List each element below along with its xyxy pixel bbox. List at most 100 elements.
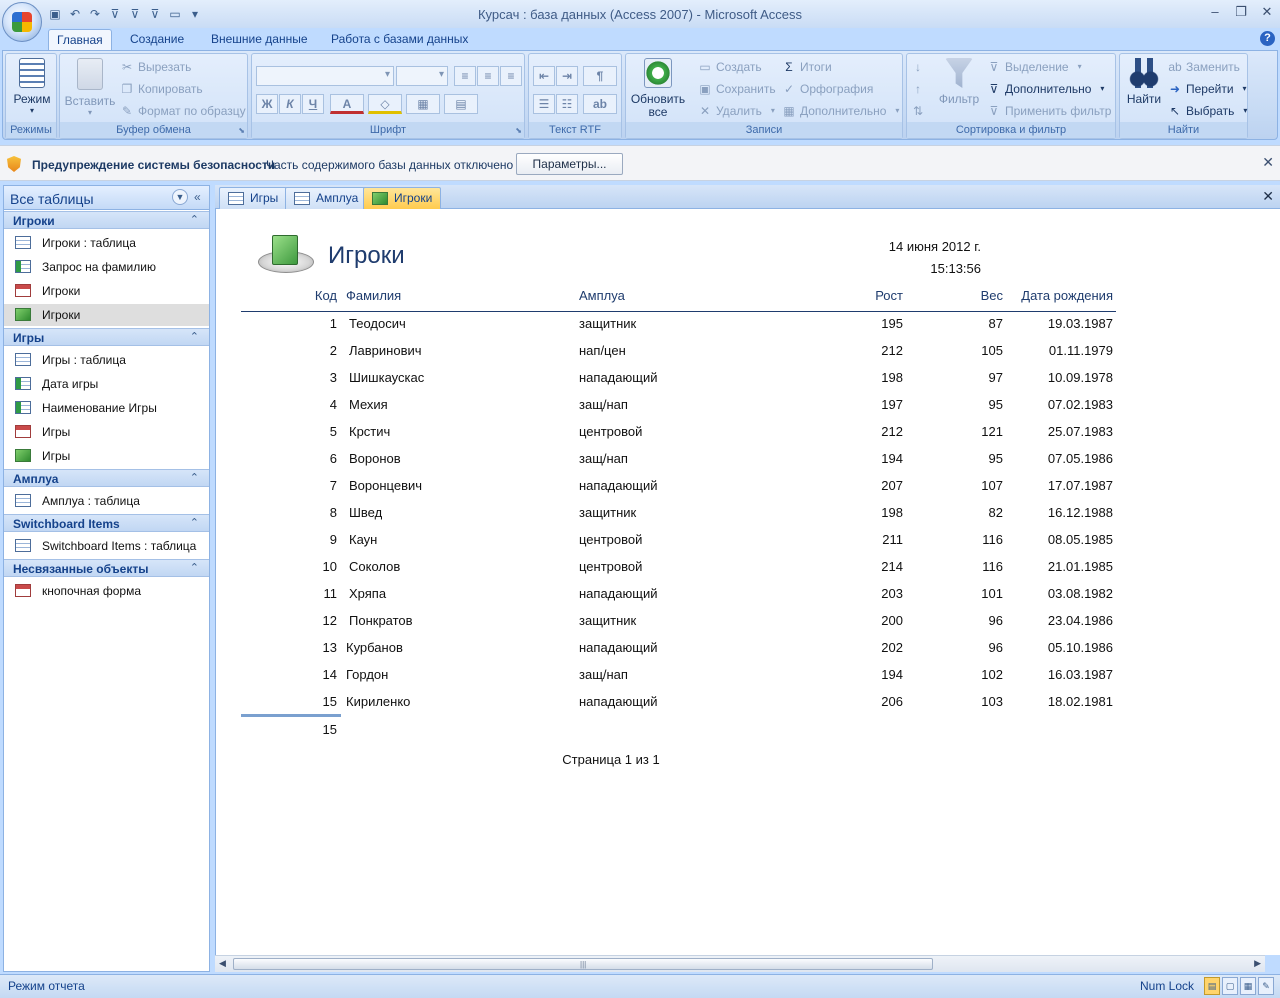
scroll-right-icon[interactable]: ▶ (1254, 958, 1261, 969)
chevron-up-icon[interactable]: ⌃ (190, 213, 199, 226)
filter-button[interactable]: Фильтр (933, 58, 985, 106)
numbering-icon[interactable]: ☰ (533, 94, 555, 114)
chevron-up-icon[interactable]: ⌃ (190, 516, 199, 529)
goto-button[interactable]: ➜ Перейти ▾ (1168, 80, 1252, 98)
nav-item[interactable]: Дата игры (4, 373, 209, 395)
totals-button[interactable]: Σ Итоги (782, 58, 831, 76)
nav-pane-header[interactable]: Все таблицы ▼ « (4, 186, 209, 210)
scrollbar-thumb[interactable]: ||| (233, 958, 933, 970)
clear-sort-icon[interactable]: ⇅ (911, 102, 925, 120)
nav-item[interactable]: Наименование Игры (4, 397, 209, 419)
paragraph-icon[interactable]: ¶ (583, 66, 617, 86)
dialog-launcher-icon[interactable]: ⬊ (238, 126, 245, 135)
help-icon[interactable]: ? (1260, 31, 1275, 46)
font-name-combo[interactable] (256, 66, 394, 86)
highlight-icon[interactable]: ab (583, 94, 617, 114)
nav-item[interactable]: Игры : таблица (4, 349, 209, 371)
save-record-button[interactable]: ▣ Сохранить (698, 80, 775, 98)
fill-color-icon[interactable]: ◇ (368, 94, 402, 114)
italic-icon[interactable]: К (279, 94, 301, 114)
cell-birthdate: 07.05.1986 (1047, 451, 1113, 466)
scroll-left-icon[interactable]: ◀ (219, 958, 226, 969)
view-button[interactable]: Режим ▾ (10, 58, 54, 115)
chevron-up-icon[interactable]: ⌃ (190, 330, 199, 343)
selection-button[interactable]: ⊽ Выделение ▾ (987, 58, 1087, 76)
options-button[interactable]: Параметры... (516, 153, 623, 175)
tab-database-tools[interactable]: Работа с базами данных (323, 29, 476, 50)
nav-item[interactable]: Амплуа : таблица (4, 490, 209, 512)
nav-item[interactable]: Switchboard Items : таблица (4, 535, 209, 557)
nav-group-header[interactable]: Несвязанные объекты ⌃ (4, 559, 209, 577)
underline-icon[interactable]: Ч (302, 94, 324, 114)
gridlines-icon[interactable]: ▦ (406, 94, 440, 114)
cell-birthdate: 07.02.1983 (1047, 397, 1113, 412)
alt-fill-icon[interactable]: ▤ (444, 94, 478, 114)
nav-item[interactable]: Игры (4, 421, 209, 443)
layout-view-icon[interactable]: ▦ (1240, 977, 1256, 995)
close-button[interactable]: ✕ (1260, 4, 1274, 20)
font-color-icon[interactable]: A (330, 94, 364, 114)
paste-button[interactable]: Вставить ▾ (64, 58, 116, 117)
refresh-all-button[interactable]: Обновить все (628, 58, 688, 119)
advanced-filter-button[interactable]: ⊽ Дополнительно ▾ (987, 80, 1109, 98)
sort-descending-icon[interactable]: ↑ (911, 80, 925, 98)
office-button[interactable] (2, 2, 42, 42)
delete-record-button[interactable]: ✕ Удалить ▾ (698, 102, 780, 120)
nav-group-header[interactable]: Амплуа ⌃ (4, 469, 209, 487)
collapse-pane-icon[interactable]: « (194, 190, 201, 204)
doc-tab-roles[interactable]: Амплуа (285, 187, 368, 209)
bullets-icon[interactable]: ☷ (556, 94, 578, 114)
doc-tab-players-report[interactable]: Игроки (363, 187, 442, 209)
cell-id: 9 (329, 532, 337, 547)
form-icon (15, 425, 31, 438)
nav-group-header[interactable]: Игроки ⌃ (4, 211, 209, 229)
font-dialog-launcher-icon[interactable]: ⬊ (515, 126, 522, 135)
minimize-button[interactable]: – (1208, 4, 1222, 20)
nav-group-header[interactable]: Switchboard Items ⌃ (4, 514, 209, 532)
print-preview-icon[interactable]: ▢ (1222, 977, 1238, 995)
tab-external-data[interactable]: Внешние данные (203, 29, 316, 50)
doc-tab-games[interactable]: Игры (219, 187, 288, 209)
more-records-button[interactable]: ▦ Дополнительно ▾ (782, 102, 904, 120)
chevron-up-icon[interactable]: ⌃ (190, 561, 199, 574)
apply-filter-button[interactable]: ⊽ Применить фильтр (987, 102, 1112, 120)
chevron-down-icon[interactable]: ▼ (172, 189, 188, 205)
format-painter-button[interactable]: ✎ Формат по образцу (120, 102, 246, 120)
close-document-icon[interactable]: ✕ (1262, 188, 1274, 205)
group-label-records: Записи (626, 122, 902, 138)
align-left-icon[interactable]: ≡ (454, 66, 476, 86)
nav-item[interactable]: Игроки (4, 304, 209, 326)
sort-ascending-icon[interactable]: ↓ (911, 58, 925, 76)
nav-item[interactable]: кнопочная форма (4, 580, 209, 602)
ribbon: Режим ▾ Режимы Вставить ▾ ✂ Вырезать ❐ Коп… (2, 50, 1278, 140)
bold-icon[interactable]: Ж (256, 94, 278, 114)
nav-group-header[interactable]: Игры ⌃ (4, 328, 209, 346)
restore-button[interactable]: ❐ (1234, 4, 1248, 20)
find-button[interactable]: Найти (1122, 58, 1166, 106)
new-record-button[interactable]: ▭ Создать (698, 58, 761, 76)
replace-button[interactable]: ab Заменить (1168, 58, 1240, 76)
tab-create[interactable]: Создание (122, 29, 192, 50)
close-icon[interactable]: ✕ (1262, 154, 1274, 171)
replace-icon: ab (1168, 60, 1182, 74)
copy-button[interactable]: ❐ Копировать (120, 80, 203, 98)
align-center-icon[interactable]: ≡ (477, 66, 499, 86)
advanced-filter-label: Дополнительно (1005, 82, 1092, 96)
nav-item[interactable]: Игроки : таблица (4, 232, 209, 254)
design-view-icon[interactable]: ✎ (1258, 977, 1274, 995)
nav-item[interactable]: Игроки (4, 280, 209, 302)
spelling-button[interactable]: ✓ Орфография (782, 80, 873, 98)
nav-item[interactable]: Запрос на фамилию (4, 256, 209, 278)
tab-home[interactable]: Главная (48, 29, 112, 50)
select-button[interactable]: ↖ Выбрать ▾ (1168, 102, 1252, 120)
horizontal-scrollbar[interactable]: ◀ ||| ▶ (215, 955, 1265, 972)
indent-decrease-icon[interactable]: ⇤ (533, 66, 555, 86)
indent-increase-icon[interactable]: ⇥ (556, 66, 578, 86)
report-view-icon[interactable]: ▤ (1204, 977, 1220, 995)
chevron-up-icon[interactable]: ⌃ (190, 471, 199, 484)
more-icon: ▦ (783, 104, 795, 118)
align-right-icon[interactable]: ≡ (500, 66, 522, 86)
nav-item[interactable]: Игры (4, 445, 209, 467)
font-size-combo[interactable] (396, 66, 448, 86)
cut-button[interactable]: ✂ Вырезать (120, 58, 191, 76)
